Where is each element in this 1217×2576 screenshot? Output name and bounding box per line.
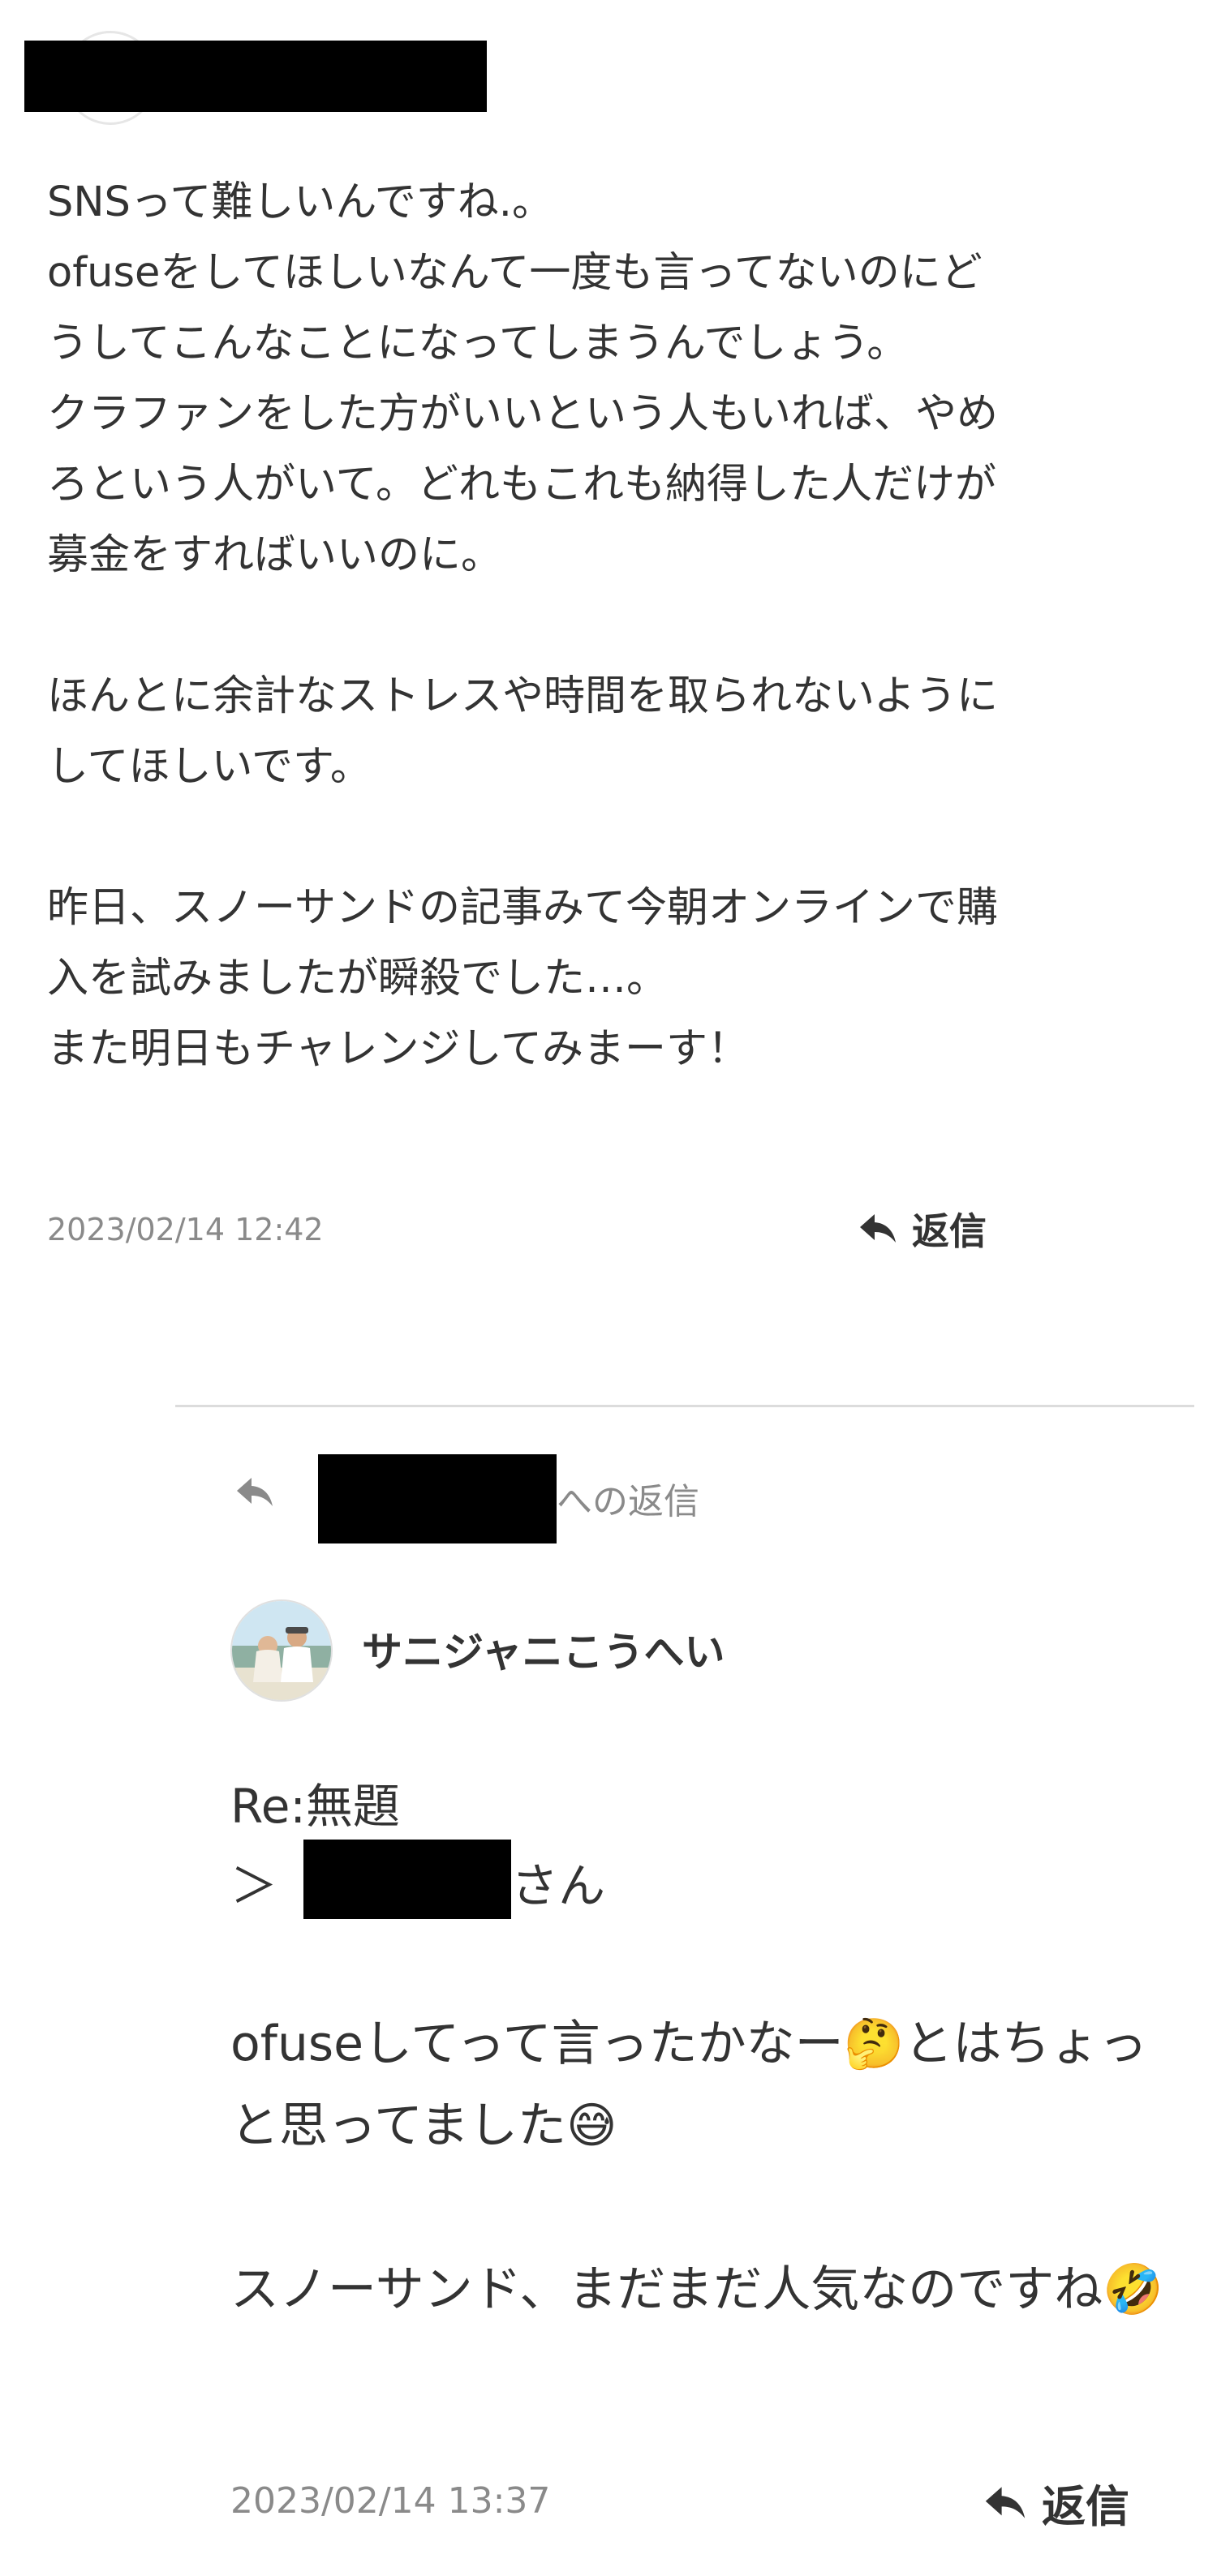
reply-timestamp: 2023/02/14 13:37 — [230, 2480, 551, 2522]
redacted-reply-to-name — [318, 1454, 557, 1543]
address-prefix: ＞ — [230, 1858, 278, 1913]
reply-divider — [175, 1405, 1194, 1407]
redacted-commenter-name — [24, 41, 487, 112]
reply-address: ＞ さん — [230, 1848, 605, 1916]
comment-timestamp: 2023/02/14 12:42 — [47, 1212, 324, 1247]
reply-button-label: 返信 — [912, 1209, 987, 1253]
reply-to-indicator — [235, 1452, 274, 1541]
reply-arrow-icon — [983, 2485, 1027, 2521]
redacted-addressee-name — [303, 1840, 511, 1919]
author-avatar[interactable] — [230, 1599, 333, 1702]
reply-arrow-icon — [858, 1213, 897, 1245]
address-suffix: さん — [511, 1858, 606, 1913]
reply-button-label: 返信 — [1042, 2481, 1129, 2532]
comment-reply-button[interactable]: 返信 — [858, 1202, 987, 1256]
comment-text: SNSって難しいんですね.。 ofuseをしてほしいなんて一度も言ってないのにど… — [47, 178, 998, 1073]
reply-reply-button[interactable]: 返信 — [983, 2471, 1129, 2535]
reply-arrow-icon — [235, 1476, 274, 1518]
reply-to-label: への返信 — [557, 1481, 699, 1522]
author-name[interactable]: サニジャニこうへい — [362, 1620, 725, 1678]
reply-title: Re:無題 — [230, 1779, 400, 1834]
reply-text: ofuseしてって言ったかなー🤔とはちょっと思ってました😅 スノーサンド、まだま… — [230, 2016, 1163, 2318]
